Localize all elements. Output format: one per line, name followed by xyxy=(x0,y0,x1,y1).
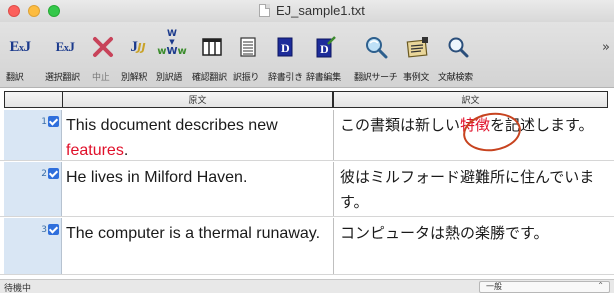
document-icon xyxy=(259,4,270,17)
translate-button[interactable]: ExJ 翻訳 xyxy=(6,28,34,84)
literature-search-button[interactable]: 文献検索 xyxy=(438,28,478,84)
dictionary-edit-button[interactable]: D 辞書編集 xyxy=(306,28,344,84)
select-arrows-icon: ⌃ xyxy=(597,281,604,290)
translation-ruby-icon xyxy=(233,32,263,62)
alt-word-icon: W ▼ wWw xyxy=(157,28,187,57)
translation-search-button[interactable]: 翻訳サーチ xyxy=(354,28,398,84)
highlighted-word: features xyxy=(66,142,124,159)
alt-word-button[interactable]: W ▼ wWw 別訳語 xyxy=(156,28,188,84)
confirm-translate-button[interactable]: 確認翻訳 xyxy=(192,28,232,84)
target-cell[interactable]: 彼はミルフォード避難所に住んでいます。 xyxy=(340,165,605,215)
source-cell[interactable]: The computer is a thermal runaway. xyxy=(66,221,331,246)
dictionary-lookup-button[interactable]: D 辞書引き xyxy=(268,28,303,84)
example-sentence-icon xyxy=(403,32,433,62)
dictionary-edit-icon: D xyxy=(306,32,344,62)
target-column-header[interactable]: 訳文 xyxy=(333,91,608,108)
alt-interpretation-button[interactable]: J JJ 別解釈 xyxy=(121,28,155,84)
toolbar: ExJ 翻訳 ExJ 選択翻訳 中止 J JJ 別解釈 W ▼ wWw 別訳語 … xyxy=(0,22,614,88)
minimize-window-button[interactable] xyxy=(28,5,40,17)
svg-text:D: D xyxy=(320,42,329,56)
literature-search-icon xyxy=(438,32,478,62)
select-translate-button[interactable]: ExJ 選択翻訳 xyxy=(45,28,85,84)
stop-button[interactable]: 中止 xyxy=(90,28,120,84)
row-number-header[interactable] xyxy=(4,91,62,108)
app-window: EJ_sample1.txt ExJ 翻訳 ExJ 選択翻訳 中止 J JJ 別… xyxy=(0,0,614,293)
row-number: 2 xyxy=(41,169,47,179)
row-number: 3 xyxy=(41,225,47,235)
maximize-window-button[interactable] xyxy=(48,5,60,17)
table-row[interactable]: 2 He lives in Milford Haven. 彼はミルフォード避難所… xyxy=(0,162,614,217)
source-column-header[interactable]: 原文 xyxy=(62,91,333,108)
table-row[interactable]: 1 This document describes new features. … xyxy=(0,110,614,161)
table-row[interactable]: 3 The computer is a thermal runaway. コンピ… xyxy=(0,218,614,275)
stop-x-icon xyxy=(90,32,116,62)
status-text: 待機中 xyxy=(4,284,32,293)
dictionary-lookup-icon: D xyxy=(268,32,302,62)
toolbar-overflow-button[interactable]: » xyxy=(602,40,610,55)
row-checkbox[interactable] xyxy=(48,168,59,179)
row-checkbox[interactable] xyxy=(48,224,59,235)
target-cell[interactable]: コンピュータは熱の楽勝です。 xyxy=(340,221,605,246)
source-cell[interactable]: He lives in Milford Haven. xyxy=(66,165,331,190)
window-title: EJ_sample1.txt xyxy=(276,3,365,18)
mode-select[interactable]: 一般 ⌃ xyxy=(479,281,610,293)
row-checkbox[interactable] xyxy=(48,116,59,127)
alt-interpretation-icon: J JJ xyxy=(130,38,146,55)
translation-search-icon xyxy=(354,32,398,62)
row-gutter: 2 xyxy=(4,162,62,216)
column-divider xyxy=(333,218,334,274)
translation-ruby-button[interactable]: 訳振り xyxy=(233,28,263,84)
exj-translate-icon: ExJ xyxy=(9,38,31,55)
example-sentence-button[interactable]: 事例文 xyxy=(403,28,433,84)
exj-select-translate-icon: ExJ xyxy=(55,39,75,54)
row-gutter: 3 xyxy=(4,218,62,274)
close-window-button[interactable] xyxy=(8,5,20,17)
row-number: 1 xyxy=(41,117,47,127)
title-bar[interactable]: EJ_sample1.txt xyxy=(0,0,614,22)
row-gutter: 1 xyxy=(4,110,62,160)
status-bar: 待機中 一般 ⌃ xyxy=(0,279,614,293)
confirm-translate-icon xyxy=(192,32,232,62)
column-divider xyxy=(333,110,334,160)
source-cell[interactable]: This document describes new features. xyxy=(66,113,331,163)
translation-table: 原文 訳文 1 This document describes new feat… xyxy=(0,88,614,279)
svg-text:D: D xyxy=(281,41,290,55)
column-divider xyxy=(333,162,334,216)
